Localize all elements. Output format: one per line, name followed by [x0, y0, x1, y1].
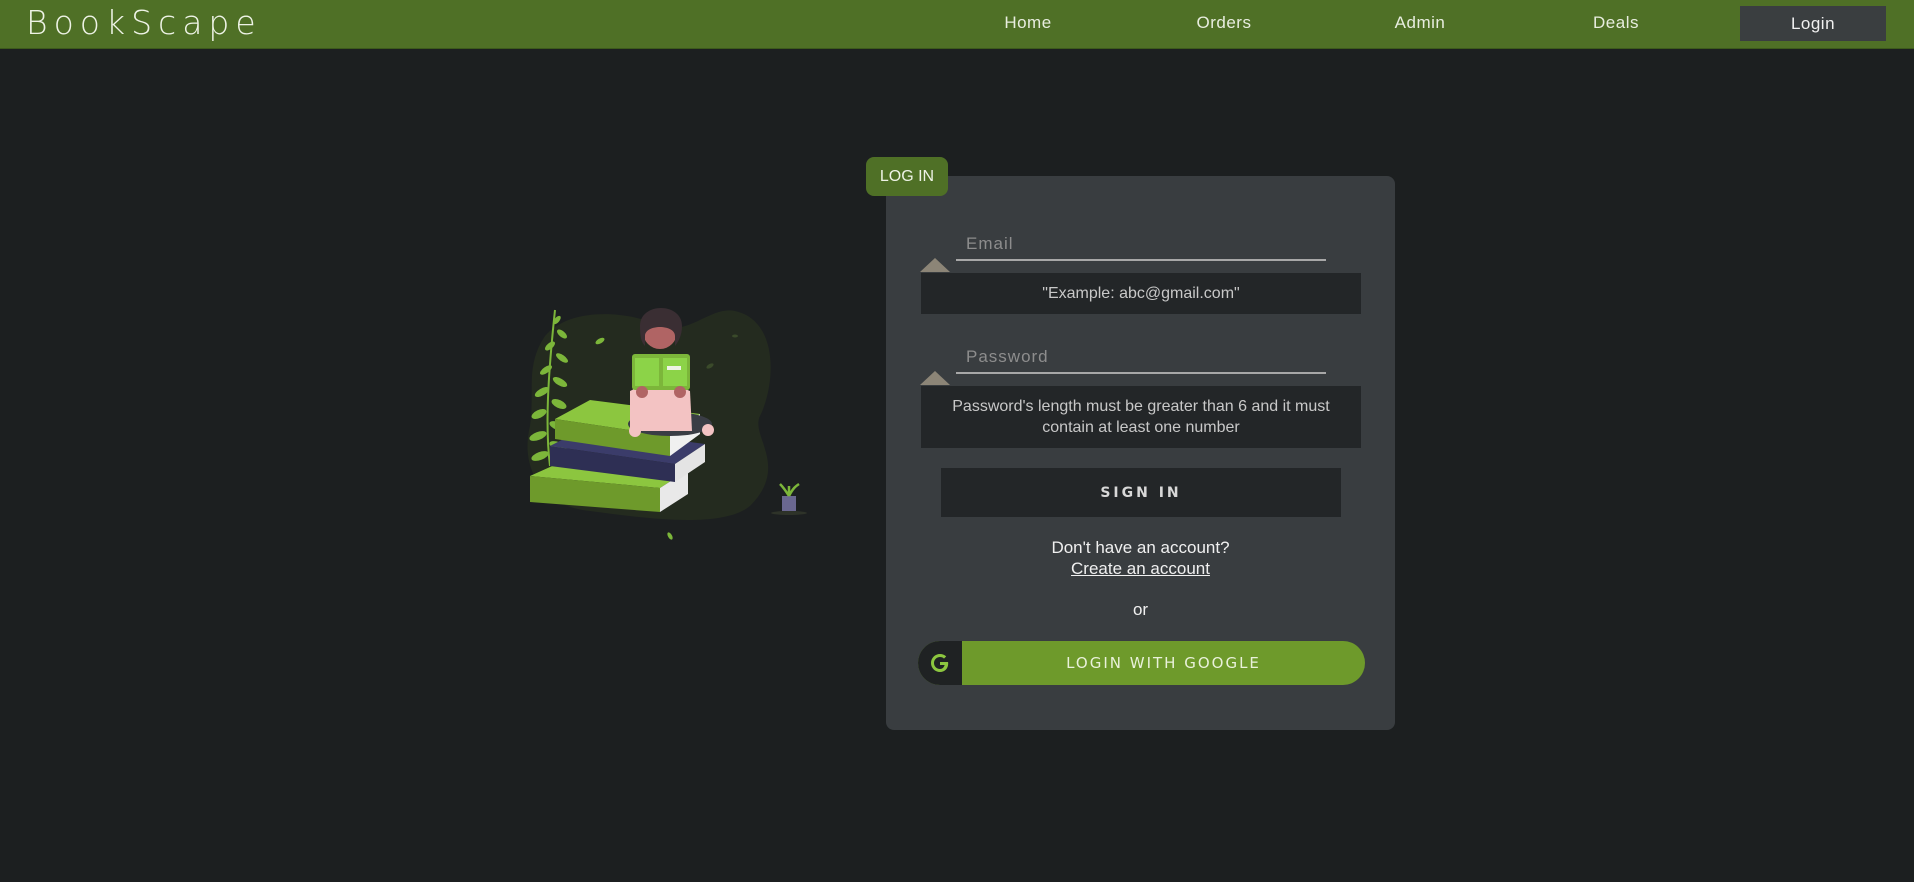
email-input[interactable]: [956, 229, 1326, 261]
password-input[interactable]: [956, 342, 1326, 374]
nav-admin[interactable]: Admin: [1360, 0, 1480, 48]
small-plant-pot: [771, 482, 807, 515]
nav-orders[interactable]: Orders: [1164, 0, 1284, 48]
top-navbar: BookScape Home Orders Admin Deals Login: [0, 0, 1914, 48]
google-icon-container: [918, 641, 962, 685]
create-account-link[interactable]: Create an account: [1071, 559, 1210, 578]
email-hint-arrow: [920, 258, 950, 272]
nav-login-button[interactable]: Login: [1740, 6, 1886, 41]
brand-logo[interactable]: BookScape: [26, 3, 262, 43]
google-button-label: LOGIN WITH GOOGLE: [1066, 654, 1261, 672]
sign-in-button[interactable]: SIGN IN: [941, 468, 1341, 517]
login-tab-label: LOG IN: [866, 157, 948, 196]
nav-deals[interactable]: Deals: [1556, 0, 1676, 48]
or-divider-text: or: [1132, 600, 1149, 619]
password-hint-arrow: [920, 371, 950, 385]
password-hint: Password's length must be greater than 6…: [921, 386, 1361, 448]
email-hint: "Example: abc@gmail.com": [921, 273, 1361, 314]
google-g-icon: [931, 654, 949, 672]
no-account-text: Don't have an account?: [1051, 538, 1230, 557]
create-account-container: Create an account: [886, 559, 1395, 579]
reading-illustration: [527, 308, 807, 540]
nav-home[interactable]: Home: [968, 0, 1088, 48]
login-with-google-button[interactable]: LOGIN WITH GOOGLE: [918, 641, 1365, 685]
